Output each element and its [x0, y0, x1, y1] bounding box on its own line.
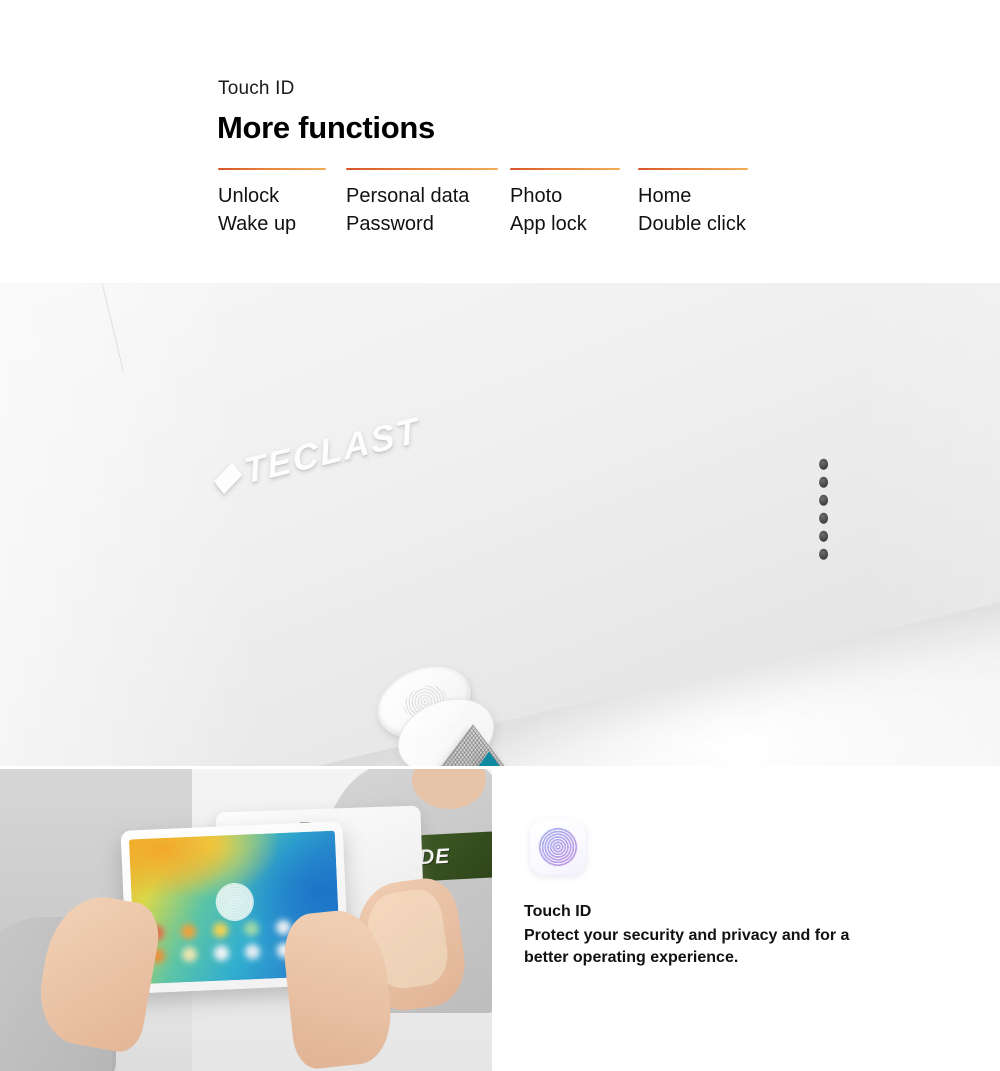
app-icon — [213, 945, 229, 962]
brand-logo-mark: ◆ — [211, 450, 243, 501]
eyebrow-label: Touch ID — [218, 78, 295, 99]
app-icon — [243, 920, 260, 937]
speaker-hole — [819, 458, 829, 470]
info-panel: Touch ID Protect your security and priva… — [492, 769, 1000, 1071]
app-icon — [180, 923, 197, 940]
fingerprint-on-screen-icon — [215, 882, 256, 922]
feature-line-1: Unlock — [218, 185, 280, 207]
touch-id-fingerprint-icon — [530, 819, 586, 875]
feature-text-home: Home Double click — [638, 182, 768, 238]
feature-line-2: Wake up — [218, 213, 297, 235]
app-icon — [212, 922, 228, 938]
info-title: Touch ID — [524, 903, 592, 920]
hero-product-image: ◆TECLAST — [0, 283, 1000, 766]
app-icon — [244, 944, 261, 960]
header-section: Touch ID More functions Unlock Wake up P… — [0, 0, 1000, 283]
product-feature-page: Touch ID More functions Unlock Wake up P… — [0, 0, 1000, 1071]
feature-column-photo: Photo App lock — [510, 168, 638, 238]
bottom-section: BLK DE — [0, 769, 1000, 1071]
feature-line-2: Double click — [638, 213, 746, 235]
feature-text-personal-data: Personal data Password — [346, 182, 510, 238]
feature-column-unlock: Unlock Wake up — [218, 168, 346, 238]
speaker-hole — [819, 494, 829, 506]
feature-divider-rule — [510, 168, 620, 170]
feature-line-2: Password — [346, 213, 434, 235]
fingerprint-glyph — [538, 827, 578, 867]
page-title: More functions — [217, 110, 435, 145]
feature-list: Unlock Wake up Personal data Password Ph… — [218, 168, 838, 238]
speaker-hole — [819, 548, 829, 560]
speaker-hole — [819, 512, 829, 524]
feature-column-personal-data: Personal data Password — [346, 168, 510, 238]
speaker-hole — [819, 530, 829, 542]
fingerprint-sensor-exploded-view — [366, 653, 646, 766]
feature-line-1: Home — [638, 185, 692, 207]
feature-line-1: Personal data — [346, 185, 470, 207]
app-icon — [181, 946, 198, 963]
speaker-holes-icon — [819, 458, 829, 567]
feature-column-home: Home Double click — [638, 168, 768, 238]
feature-divider-rule — [346, 168, 498, 170]
feature-text-unlock: Unlock Wake up — [218, 182, 346, 238]
feature-line-2: App lock — [510, 213, 587, 235]
info-description: Protect your security and privacy and fo… — [524, 927, 850, 966]
feature-text-photo: Photo App lock — [510, 182, 638, 238]
feature-line-1: Photo — [510, 185, 563, 207]
feature-divider-rule — [218, 168, 326, 170]
speaker-hole — [819, 476, 829, 488]
feature-divider-rule — [638, 168, 748, 170]
lifestyle-photo: BLK DE — [0, 769, 492, 1071]
